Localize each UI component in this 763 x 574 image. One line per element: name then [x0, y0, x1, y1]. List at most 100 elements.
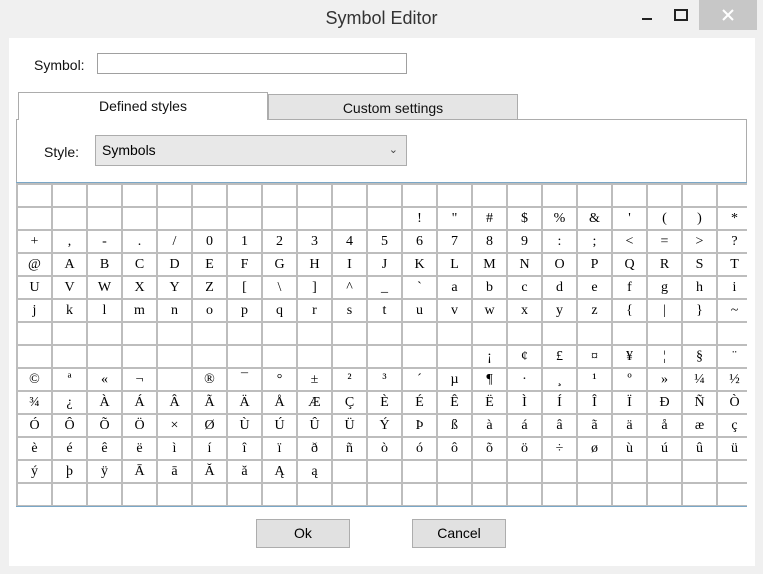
symbol-cell[interactable]: ± — [298, 369, 331, 390]
symbol-cell[interactable]: * — [718, 208, 747, 229]
symbol-cell[interactable]: ¶ — [473, 369, 506, 390]
symbol-cell[interactable] — [298, 208, 331, 229]
symbol-cell[interactable]: p — [228, 300, 261, 321]
symbol-cell[interactable] — [158, 208, 191, 229]
symbol-cell[interactable]: × — [158, 415, 191, 436]
symbol-cell[interactable]: ÷ — [543, 438, 576, 459]
symbol-cell[interactable]: Ç — [333, 392, 366, 413]
symbol-cell[interactable]: ÿ — [88, 461, 121, 482]
symbol-cell[interactable] — [578, 323, 611, 344]
symbol-cell[interactable] — [613, 461, 646, 482]
symbol-cell[interactable] — [298, 484, 331, 505]
symbol-cell[interactable]: C — [123, 254, 156, 275]
symbol-cell[interactable]: ä — [613, 415, 646, 436]
symbol-cell[interactable]: 0 — [193, 231, 226, 252]
symbol-cell[interactable]: Ă — [193, 461, 226, 482]
symbol-cell[interactable] — [368, 346, 401, 367]
symbol-cell[interactable]: I — [333, 254, 366, 275]
symbol-cell[interactable] — [368, 323, 401, 344]
symbol-cell[interactable] — [718, 484, 747, 505]
symbol-cell[interactable] — [683, 461, 716, 482]
symbol-cell[interactable] — [158, 369, 191, 390]
symbol-cell[interactable]: ¿ — [53, 392, 86, 413]
symbol-cell[interactable]: ; — [578, 231, 611, 252]
symbol-cell[interactable]: Ü — [333, 415, 366, 436]
symbol-cell[interactable]: ¦ — [648, 346, 681, 367]
symbol-cell[interactable]: O — [543, 254, 576, 275]
symbol-cell[interactable] — [18, 484, 51, 505]
symbol-cell[interactable]: $ — [508, 208, 541, 229]
symbol-cell[interactable] — [298, 346, 331, 367]
symbol-cell[interactable] — [18, 323, 51, 344]
symbol-cell[interactable]: < — [613, 231, 646, 252]
symbol-cell[interactable]: E — [193, 254, 226, 275]
symbol-cell[interactable] — [18, 346, 51, 367]
symbol-cell[interactable]: ® — [193, 369, 226, 390]
symbol-cell[interactable] — [53, 484, 86, 505]
symbol-cell[interactable] — [123, 484, 156, 505]
symbol-cell[interactable]: D — [158, 254, 191, 275]
symbol-cell[interactable]: G — [263, 254, 296, 275]
symbol-cell[interactable]: : — [543, 231, 576, 252]
symbol-cell[interactable]: ª — [53, 369, 86, 390]
symbol-cell[interactable]: L — [438, 254, 471, 275]
symbol-cell[interactable] — [648, 461, 681, 482]
symbol-cell[interactable]: ! — [403, 208, 436, 229]
style-select[interactable]: Symbols ⌄ — [95, 135, 407, 166]
symbol-cell[interactable]: Î — [578, 392, 611, 413]
symbol-cell[interactable] — [263, 208, 296, 229]
symbol-cell[interactable]: = — [648, 231, 681, 252]
symbol-cell[interactable]: Ï — [613, 392, 646, 413]
symbol-cell[interactable]: > — [683, 231, 716, 252]
symbol-cell[interactable] — [158, 323, 191, 344]
symbol-cell[interactable] — [473, 185, 506, 206]
symbol-cell[interactable] — [158, 346, 191, 367]
symbol-cell[interactable]: å — [648, 415, 681, 436]
symbol-cell[interactable]: ą — [298, 461, 331, 482]
symbol-cell[interactable]: Y — [158, 277, 191, 298]
symbol-cell[interactable] — [263, 323, 296, 344]
symbol-cell[interactable]: æ — [683, 415, 716, 436]
symbol-cell[interactable] — [333, 484, 366, 505]
symbol-cell[interactable]: % — [543, 208, 576, 229]
symbol-cell[interactable] — [438, 346, 471, 367]
symbol-cell[interactable]: Ú — [263, 415, 296, 436]
symbol-cell[interactable] — [53, 323, 86, 344]
symbol-cell[interactable] — [473, 484, 506, 505]
symbol-cell[interactable]: Ñ — [683, 392, 716, 413]
symbol-cell[interactable] — [648, 323, 681, 344]
symbol-cell[interactable]: j — [18, 300, 51, 321]
symbol-cell[interactable]: u — [403, 300, 436, 321]
maximize-button[interactable] — [664, 0, 698, 30]
symbol-cell[interactable]: " — [438, 208, 471, 229]
symbol-cell[interactable]: ï — [263, 438, 296, 459]
symbol-cell[interactable] — [228, 323, 261, 344]
symbol-cell[interactable] — [403, 185, 436, 206]
symbol-cell[interactable]: i — [718, 277, 747, 298]
symbol-cell[interactable]: Á — [123, 392, 156, 413]
symbol-cell[interactable]: \ — [263, 277, 296, 298]
symbol-cell[interactable] — [683, 323, 716, 344]
symbol-cell[interactable] — [333, 208, 366, 229]
symbol-cell[interactable]: t — [368, 300, 401, 321]
symbol-cell[interactable] — [683, 484, 716, 505]
symbol-cell[interactable]: ¯ — [228, 369, 261, 390]
minimize-button[interactable] — [628, 0, 666, 30]
symbol-cell[interactable]: ½ — [718, 369, 747, 390]
symbol-cell[interactable]: ~ — [718, 300, 747, 321]
symbol-cell[interactable] — [438, 484, 471, 505]
symbol-cell[interactable]: { — [613, 300, 646, 321]
symbol-cell[interactable] — [543, 185, 576, 206]
symbol-cell[interactable]: 2 — [263, 231, 296, 252]
symbol-cell[interactable] — [508, 461, 541, 482]
symbol-cell[interactable]: ` — [403, 277, 436, 298]
symbol-cell[interactable]: õ — [473, 438, 506, 459]
symbol-cell[interactable]: g — [648, 277, 681, 298]
cancel-button[interactable]: Cancel — [412, 519, 506, 548]
symbol-cell[interactable]: ¨ — [718, 346, 747, 367]
symbol-cell[interactable] — [508, 323, 541, 344]
symbol-cell[interactable] — [718, 323, 747, 344]
symbol-cell[interactable]: Ë — [473, 392, 506, 413]
symbol-cell[interactable]: } — [683, 300, 716, 321]
symbol-cell[interactable] — [438, 323, 471, 344]
